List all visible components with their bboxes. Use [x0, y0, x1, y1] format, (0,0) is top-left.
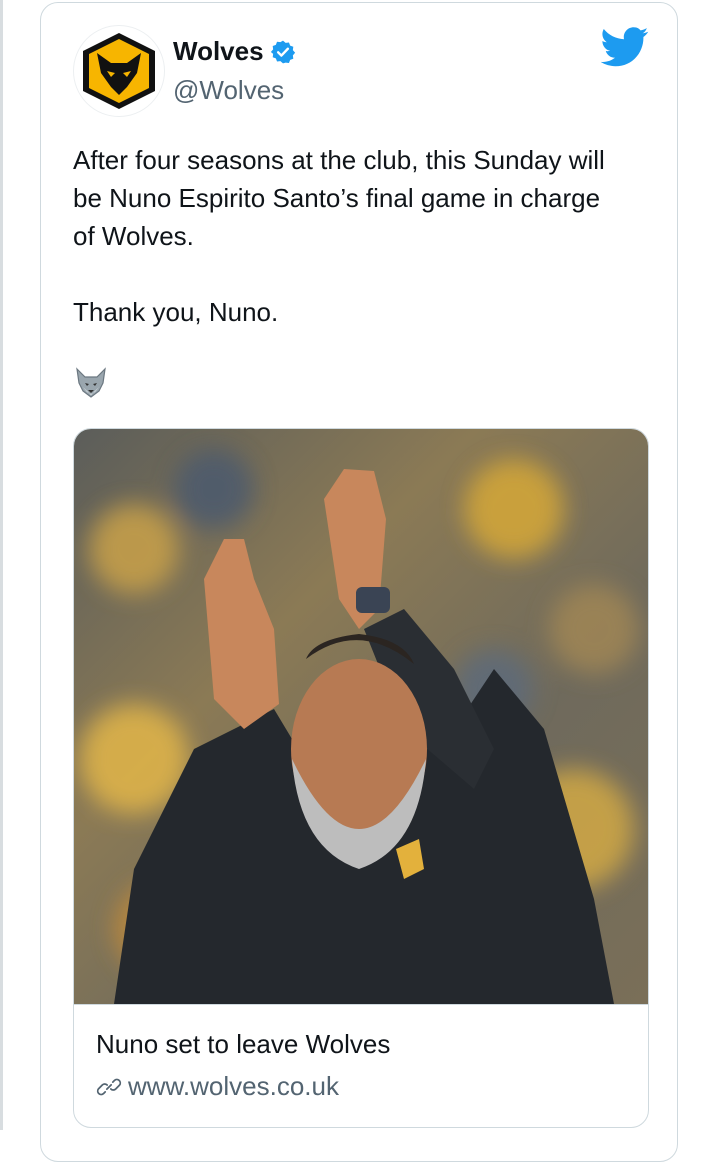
tweet-line: After four seasons at the club, this Sun…	[73, 145, 605, 175]
card-image	[74, 429, 648, 1004]
wolf-emoji-icon	[76, 367, 106, 398]
wolves-crest-icon	[83, 33, 155, 109]
card-url: www.wolves.co.uk	[128, 1071, 339, 1101]
account-handle[interactable]: @Wolves	[173, 75, 284, 106]
link-icon	[96, 1078, 122, 1095]
card-link[interactable]: www.wolves.co.uk	[96, 1071, 339, 1102]
account-name[interactable]: Wolves	[173, 36, 264, 67]
card-title[interactable]: Nuno set to leave Wolves	[96, 1029, 390, 1060]
tweet-text: After four seasons at the club, this Sun…	[73, 141, 663, 331]
tweet-line: of Wolves.	[73, 221, 194, 251]
avatar[interactable]	[73, 25, 165, 117]
page-edge	[0, 0, 3, 1130]
tweet-line: be Nuno Espirito Santo’s final game in c…	[73, 183, 601, 213]
tweet-line: Thank you, Nuno.	[73, 297, 279, 327]
account-name-row: Wolves	[173, 36, 296, 67]
card-divider	[74, 1004, 648, 1005]
tweet-card: Wolves @Wolves After four seasons at the…	[40, 2, 678, 1162]
verified-badge-icon	[270, 40, 295, 63]
twitter-bird-icon[interactable]	[601, 27, 649, 67]
link-preview-card[interactable]: Nuno set to leave Wolves www.wolves.co.u…	[73, 428, 649, 1128]
